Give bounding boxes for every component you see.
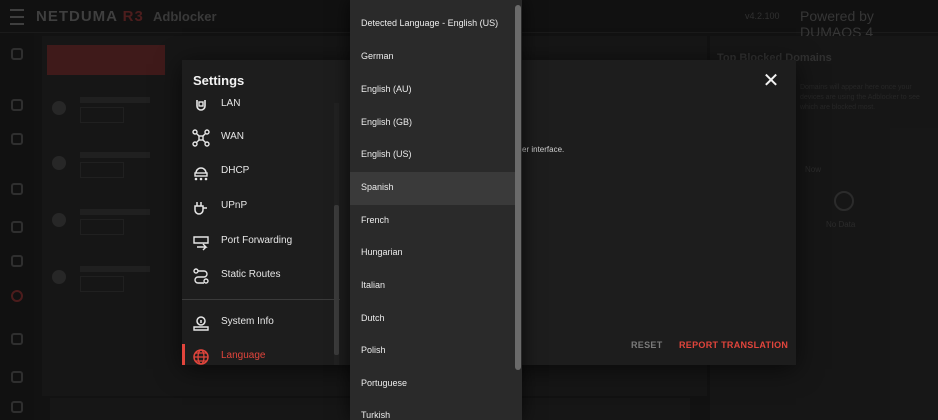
upnp-icon xyxy=(194,202,207,215)
language-option-label: Spanish xyxy=(361,182,394,192)
nav-label-system-info: System Info xyxy=(221,316,274,327)
language-option[interactable]: Detected Language - English (US) xyxy=(350,8,516,41)
nav-label-upnp: UPnP xyxy=(221,200,248,211)
language-description: er interface. xyxy=(522,145,565,154)
language-option[interactable]: English (GB) xyxy=(350,107,516,140)
report-translation-button[interactable]: REPORT TRANSLATION xyxy=(679,340,788,350)
nav-label-wan: WAN xyxy=(221,131,244,142)
language-option-label: German xyxy=(361,51,394,61)
language-dropdown: Detected Language - English (US) German … xyxy=(350,0,522,420)
globe-icon xyxy=(193,349,209,365)
nav-label-dhcp: DHCP xyxy=(221,165,250,176)
settings-nav: LAN WAN DHCP UPnP Port Forwarding Static… xyxy=(182,93,340,365)
close-icon[interactable]: ✕ xyxy=(760,70,782,92)
nav-item-lan[interactable]: LAN xyxy=(182,93,340,120)
system-info-icon xyxy=(193,316,209,331)
nav-label-lan: LAN xyxy=(221,98,241,109)
lan-icon xyxy=(196,100,206,111)
reset-button[interactable]: RESET xyxy=(631,340,663,350)
language-option-label: Portuguese xyxy=(361,378,408,388)
language-option-label: English (US) xyxy=(361,149,412,159)
language-option-label: Dutch xyxy=(361,313,385,323)
language-option[interactable]: Portuguese xyxy=(350,368,516,401)
dropdown-scrollbar-thumb[interactable] xyxy=(515,5,521,370)
nav-item-wan[interactable]: WAN xyxy=(182,123,340,153)
language-option[interactable]: Hungarian xyxy=(350,237,516,270)
language-option-label: English (AU) xyxy=(361,84,412,94)
nav-item-port-forwarding[interactable]: Port Forwarding xyxy=(182,227,340,257)
language-option-label: French xyxy=(361,215,390,225)
language-option[interactable]: English (AU) xyxy=(350,74,516,107)
nav-label-language: Language xyxy=(221,350,266,361)
language-option-label: Detected Language - English (US) xyxy=(361,18,499,28)
language-option-label: Italian xyxy=(361,280,386,290)
language-option[interactable]: Dutch xyxy=(350,303,516,336)
nav-item-system-info[interactable]: System Info xyxy=(182,308,340,338)
language-option-label: Hungarian xyxy=(361,247,403,257)
nav-item-upnp[interactable]: UPnP xyxy=(182,192,340,222)
nav-label-static-routes: Static Routes xyxy=(221,269,281,280)
modal-title: Settings xyxy=(193,73,245,88)
language-option[interactable]: German xyxy=(350,41,516,74)
nav-scrollbar-thumb[interactable] xyxy=(334,205,339,355)
language-option-highlighted[interactable]: Spanish xyxy=(350,172,516,205)
language-option-label: English (GB) xyxy=(361,117,413,127)
static-routes-icon xyxy=(193,268,209,284)
port-forwarding-icon xyxy=(193,236,209,251)
language-option-label: Turkish xyxy=(361,410,391,420)
nav-label-port-forwarding: Port Forwarding xyxy=(221,235,293,246)
dhcp-icon xyxy=(194,167,208,181)
nav-divider xyxy=(182,299,340,300)
language-option[interactable]: English (US) xyxy=(350,139,516,172)
nav-item-static-routes[interactable]: Static Routes xyxy=(182,261,340,291)
nav-item-language[interactable]: Language xyxy=(182,342,340,365)
language-option[interactable]: French xyxy=(350,205,516,238)
language-option-label: Polish xyxy=(361,345,386,355)
language-option[interactable]: Turkish xyxy=(350,400,516,420)
nav-item-dhcp[interactable]: DHCP xyxy=(182,157,340,187)
language-option[interactable]: Italian xyxy=(350,270,516,303)
language-option[interactable]: Polish xyxy=(350,335,516,368)
wan-icon xyxy=(192,129,210,147)
